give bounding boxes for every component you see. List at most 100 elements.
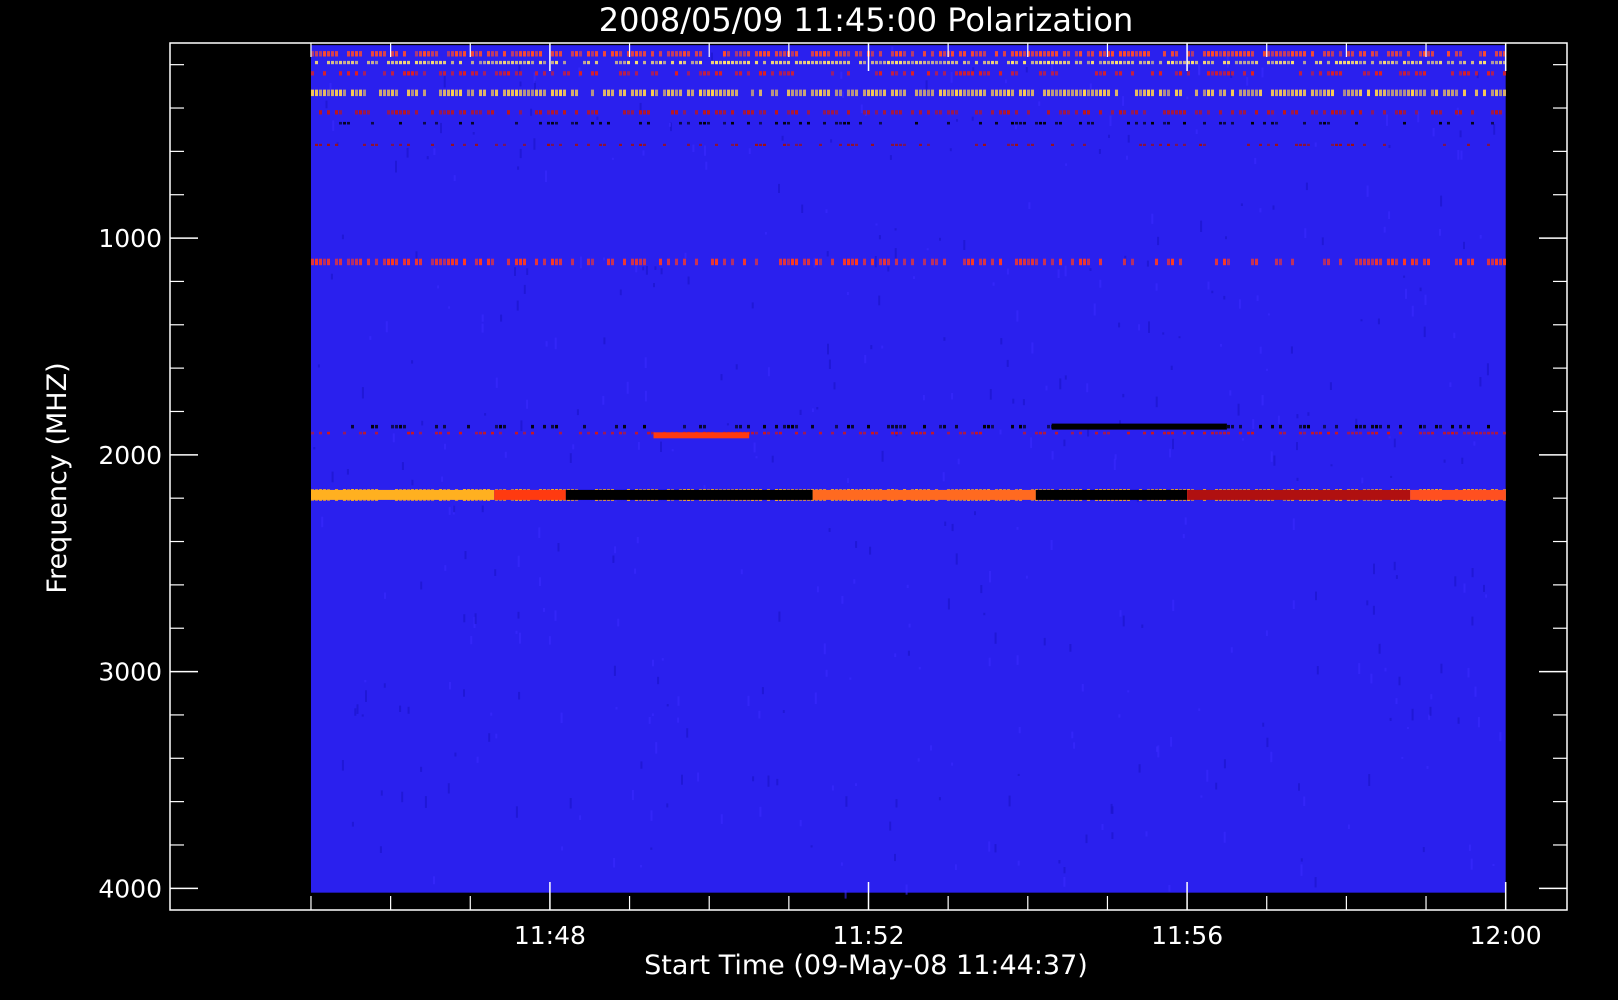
band-mark xyxy=(1491,110,1494,115)
noise-speck xyxy=(951,393,954,400)
band-mark xyxy=(579,51,582,57)
band-mark xyxy=(1323,89,1326,97)
band-mark xyxy=(1283,110,1286,115)
noise-speck xyxy=(1198,708,1201,711)
band-mark xyxy=(1355,121,1358,125)
band-mark xyxy=(811,60,814,65)
noise-speck xyxy=(1223,831,1226,843)
band-mark xyxy=(1483,89,1486,97)
band-mark xyxy=(327,89,330,97)
band-mark xyxy=(967,258,970,266)
band-mark xyxy=(1471,60,1474,65)
band-mark xyxy=(803,431,806,435)
band-mark xyxy=(1411,89,1414,97)
noise-speck xyxy=(488,733,491,742)
band-mark xyxy=(979,258,982,266)
noise-speck xyxy=(1411,305,1414,317)
band-mark xyxy=(1203,89,1206,97)
band-mark xyxy=(343,121,346,125)
band-mark xyxy=(819,89,822,97)
band-mark xyxy=(1159,60,1162,65)
band-mark xyxy=(395,51,398,57)
noise-speck xyxy=(596,116,599,120)
band-mark xyxy=(987,60,990,65)
band-mark xyxy=(911,431,914,435)
band-mark xyxy=(783,258,786,266)
noise-speck xyxy=(651,713,654,717)
band-mark xyxy=(855,89,858,97)
band-mark xyxy=(439,110,442,115)
band-mark xyxy=(1179,258,1182,266)
band-mark xyxy=(847,60,850,65)
band-mark xyxy=(1251,51,1254,57)
band-mark xyxy=(1479,51,1482,57)
band-mark xyxy=(751,110,754,115)
band-mark xyxy=(679,60,682,65)
band-mark xyxy=(819,51,822,57)
band-mark xyxy=(755,51,758,57)
band-mark xyxy=(879,60,882,65)
band-mark xyxy=(1083,258,1086,266)
band-mark xyxy=(983,71,986,76)
band-mark xyxy=(1359,258,1362,266)
band-mark xyxy=(403,258,406,266)
band-mark xyxy=(499,424,502,429)
band-mark xyxy=(871,60,874,65)
band-mark xyxy=(891,89,894,97)
noise-speck xyxy=(799,409,802,415)
band-mark xyxy=(891,424,894,429)
band-mark xyxy=(687,89,690,97)
band-mark xyxy=(763,424,766,429)
band-mark xyxy=(1123,51,1126,57)
band-mark xyxy=(471,89,474,97)
noise-speck xyxy=(454,752,457,757)
band-mark xyxy=(759,143,762,146)
band-mark xyxy=(383,71,386,76)
band-mark xyxy=(1095,89,1098,97)
band-mark xyxy=(519,60,522,65)
band-mark xyxy=(1247,431,1250,435)
band-mark xyxy=(1059,110,1062,115)
band-mark xyxy=(375,431,378,435)
noise-speck xyxy=(1303,796,1306,806)
band-mark xyxy=(1303,424,1306,429)
band-mark xyxy=(339,110,342,115)
band-mark xyxy=(559,89,562,97)
y-tick-label: 1000 xyxy=(98,224,162,253)
band-mark xyxy=(1219,51,1222,57)
band-mark xyxy=(851,89,854,97)
noise-speck xyxy=(652,659,654,667)
band-mark xyxy=(1227,51,1230,57)
band-mark xyxy=(1467,258,1470,266)
noise-speck xyxy=(751,302,754,309)
band-mark xyxy=(379,51,382,57)
band-mark xyxy=(575,143,578,146)
noise-speck xyxy=(692,144,695,153)
band-segment xyxy=(565,489,813,500)
band-mark xyxy=(1491,71,1494,76)
band-mark xyxy=(627,71,630,76)
band-mark xyxy=(1315,89,1318,97)
band-mark xyxy=(1179,110,1182,115)
band-mark xyxy=(523,60,526,65)
noise-speck xyxy=(453,175,456,182)
band-mark xyxy=(1423,431,1426,435)
band-mark xyxy=(387,258,390,266)
noise-speck xyxy=(406,147,409,158)
band-mark xyxy=(695,258,698,266)
band-mark xyxy=(1343,89,1346,97)
band-mark xyxy=(847,110,850,115)
noise-speck xyxy=(1388,436,1391,439)
band-mark xyxy=(1355,60,1358,65)
noise-speck xyxy=(1031,342,1034,354)
band-mark xyxy=(1191,431,1194,435)
band-mark xyxy=(551,143,554,146)
band-mark xyxy=(1271,60,1274,65)
band-mark xyxy=(1447,121,1450,125)
band-mark xyxy=(407,110,410,115)
band-mark xyxy=(1103,60,1106,65)
noise-speck xyxy=(612,555,615,563)
noise-speck xyxy=(1485,594,1488,598)
band-mark xyxy=(1323,51,1326,57)
band-mark xyxy=(1147,89,1150,97)
